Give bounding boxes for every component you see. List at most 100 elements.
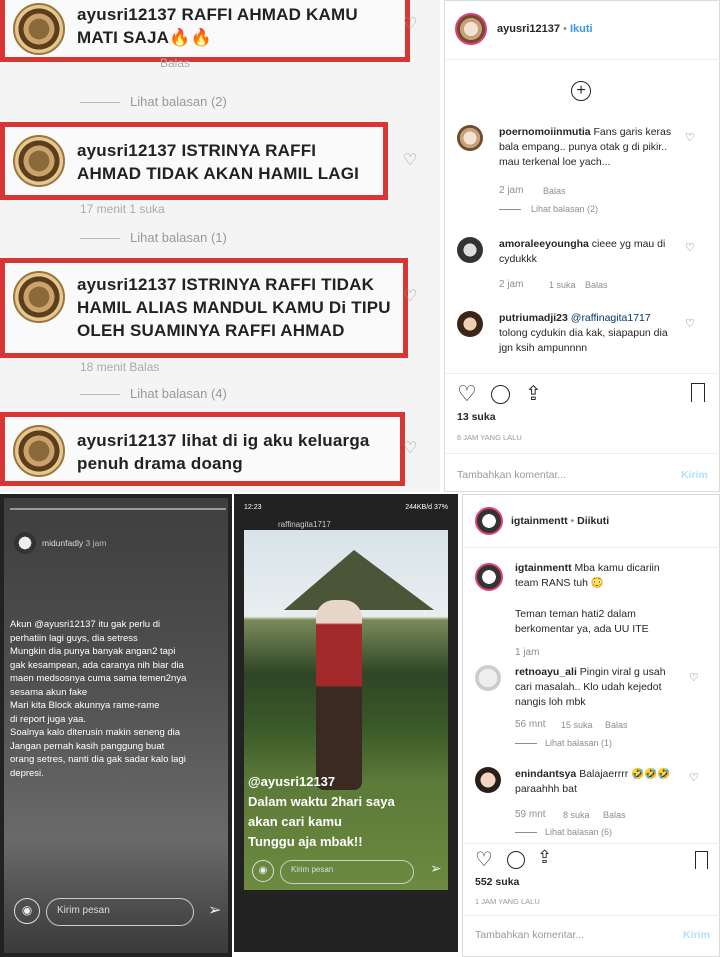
like-count[interactable]: 13 suka (457, 411, 496, 423)
story-progress-bar (10, 508, 226, 510)
heart-icon[interactable]: ♡ (685, 317, 695, 330)
avatar[interactable] (457, 311, 483, 337)
username[interactable]: igtainmentt (511, 515, 568, 527)
comment-text: ayusri12137 ISTRINYA RAFFI TIDAK HAMIL A… (77, 275, 391, 340)
heart-icon[interactable]: ♡ (403, 286, 417, 306)
like-count[interactable]: 552 suka (475, 876, 519, 888)
bookmark-icon[interactable] (691, 383, 705, 402)
camera-icon[interactable]: ◉ (252, 860, 274, 882)
comment-text: ayusri12137 RAFFI AHMAD KAMU MATI SAJA🔥🔥 (77, 5, 358, 47)
send-icon[interactable]: ➢ (208, 900, 221, 920)
comment-input[interactable]: Tambahkan komentar... (475, 929, 584, 941)
divider (445, 453, 720, 454)
avatar[interactable] (475, 767, 501, 793)
heart-icon[interactable]: ♡ (689, 671, 699, 684)
comment-meta: 18 menit Balas (80, 360, 160, 374)
divider (463, 843, 720, 844)
avatar (13, 271, 65, 323)
username[interactable]: ayusri12137 (497, 23, 560, 35)
zoomed-comments: ayusri12137 RAFFI AHMAD KAMU MATI SAJA🔥🔥… (0, 0, 440, 492)
camera-icon[interactable]: ◉ (14, 898, 40, 924)
bookmark-icon[interactable] (695, 851, 708, 869)
plus-circle-icon[interactable]: + (571, 81, 591, 101)
avatar (13, 3, 65, 55)
comment-meta: 17 menit 1 suka (80, 202, 165, 216)
status-bar: 12:23 244KB/d 37% (244, 504, 448, 511)
heart-icon[interactable]: ♡ (685, 131, 695, 144)
send-icon[interactable]: ➢ (430, 860, 442, 877)
comment-text: amoraleeyoungha cieee yg mau di cydukkk (499, 238, 666, 265)
post-date: 6 JAM YANG LALU (457, 433, 522, 442)
view-replies[interactable]: Lihat balasan (2) (80, 94, 227, 109)
reply-button[interactable]: Balas (605, 720, 628, 730)
post-panel: ayusri12137 • Ikuti + poernomoiinmutia F… (444, 0, 720, 492)
send-message-input[interactable]: Kirim pesan (46, 898, 194, 926)
post-date: 1 JAM YANG LALU (475, 897, 540, 906)
view-replies[interactable]: Lihat balasan (2) (499, 204, 598, 214)
post-header: igtainmentt • Diikuti (511, 515, 609, 527)
post-header: ayusri12137 • Ikuti (497, 23, 593, 35)
caption-time: 1 jam (515, 647, 540, 658)
comment-time: 2 jam (499, 279, 524, 290)
story-screenshot: 12:23 244KB/d 37% raffinagita1717 @ayusri… (234, 494, 458, 952)
view-replies[interactable]: Lihat balasan (1) (80, 230, 227, 245)
comment-text: ayusri12137 ISTRINYA RAFFI AHMAD TIDAK A… (77, 141, 360, 183)
highlighted-comment: ayusri12137 lihat di ig aku keluarga pen… (0, 412, 405, 486)
following-button[interactable]: Diikuti (577, 515, 609, 527)
view-replies[interactable]: Lihat balasan (4) (80, 386, 227, 401)
avatar[interactable] (475, 507, 503, 535)
divider (463, 547, 720, 548)
post-button[interactable]: Kirim (683, 929, 710, 941)
avatar[interactable] (475, 665, 501, 691)
divider (445, 373, 720, 374)
comment-text: enindantsya Balajaerrrr 🤣🤣🤣 paraahhh bat (515, 768, 671, 795)
view-replies[interactable]: Lihat balasan (1) (515, 738, 612, 748)
heart-icon[interactable]: ♡ (685, 241, 695, 254)
comment-text: putriumadji23 @raffinagita1717 tolong cy… (499, 312, 668, 354)
comment-meta: Balas (160, 56, 191, 70)
avatar[interactable] (455, 13, 487, 45)
heart-icon[interactable]: ♡ (403, 438, 417, 458)
send-message-input[interactable]: Kirim pesan (280, 860, 414, 884)
follow-button[interactable]: Ikuti (570, 23, 593, 35)
share-icon[interactable]: ⇪ (537, 847, 552, 868)
comment-text: retnoayu_ali Pingin viral g usah cari ma… (515, 666, 666, 708)
avatar[interactable] (475, 563, 503, 591)
avatar[interactable] (14, 532, 36, 554)
reply-button[interactable]: Balas (603, 810, 626, 820)
post-button[interactable]: Kirim (681, 469, 708, 481)
heart-icon[interactable]: ♡ (457, 381, 477, 407)
share-icon[interactable]: ⇪ (525, 381, 542, 406)
divider (463, 915, 720, 916)
highlighted-comment: ayusri12137 ISTRINYA RAFFI TIDAK HAMIL A… (0, 258, 408, 358)
like-count[interactable]: 8 suka (563, 810, 590, 820)
avatar[interactable] (457, 237, 483, 263)
comment-icon[interactable] (507, 851, 525, 869)
like-count[interactable]: 15 suka (561, 720, 593, 730)
heart-icon[interactable]: ♡ (689, 771, 699, 784)
avatar (13, 135, 65, 187)
like-count[interactable]: 1 suka (549, 280, 576, 290)
heart-icon[interactable]: ♡ (403, 150, 417, 170)
view-replies[interactable]: Lihat balasan (6) (515, 827, 612, 837)
comment-input[interactable]: Tambahkan komentar... (457, 469, 566, 481)
heart-icon[interactable]: ♡ (475, 847, 493, 872)
comment-text: poernomoiinmutia Fans garis keras bala e… (499, 126, 672, 168)
heart-icon[interactable]: ♡ (403, 14, 417, 34)
avatar[interactable] (457, 125, 483, 151)
comment-time: 59 mnt (515, 809, 546, 820)
story-text: Akun @ayusri12137 itu gak perlu di perhat… (10, 619, 187, 779)
post-panel: igtainmentt • Diikuti igtainmentt Mba ka… (462, 494, 720, 957)
divider (445, 59, 720, 60)
reply-button[interactable]: Balas (543, 186, 566, 196)
story-screenshot: midunfadly 3 jam Akun @ayusri12137 itu g… (0, 494, 232, 957)
comment-time: 56 mnt (515, 719, 546, 730)
mountain (284, 550, 434, 610)
story-caption: @ayusri12137 Dalam waktu 2hari saya akan… (248, 774, 395, 849)
reply-button[interactable]: Balas (585, 280, 608, 290)
person-figure (316, 600, 362, 790)
avatar (13, 425, 65, 477)
separator: • (570, 515, 575, 527)
caption-text: igtainmentt Mba kamu dicariin team RANS … (515, 562, 660, 589)
comment-icon[interactable] (491, 385, 510, 404)
